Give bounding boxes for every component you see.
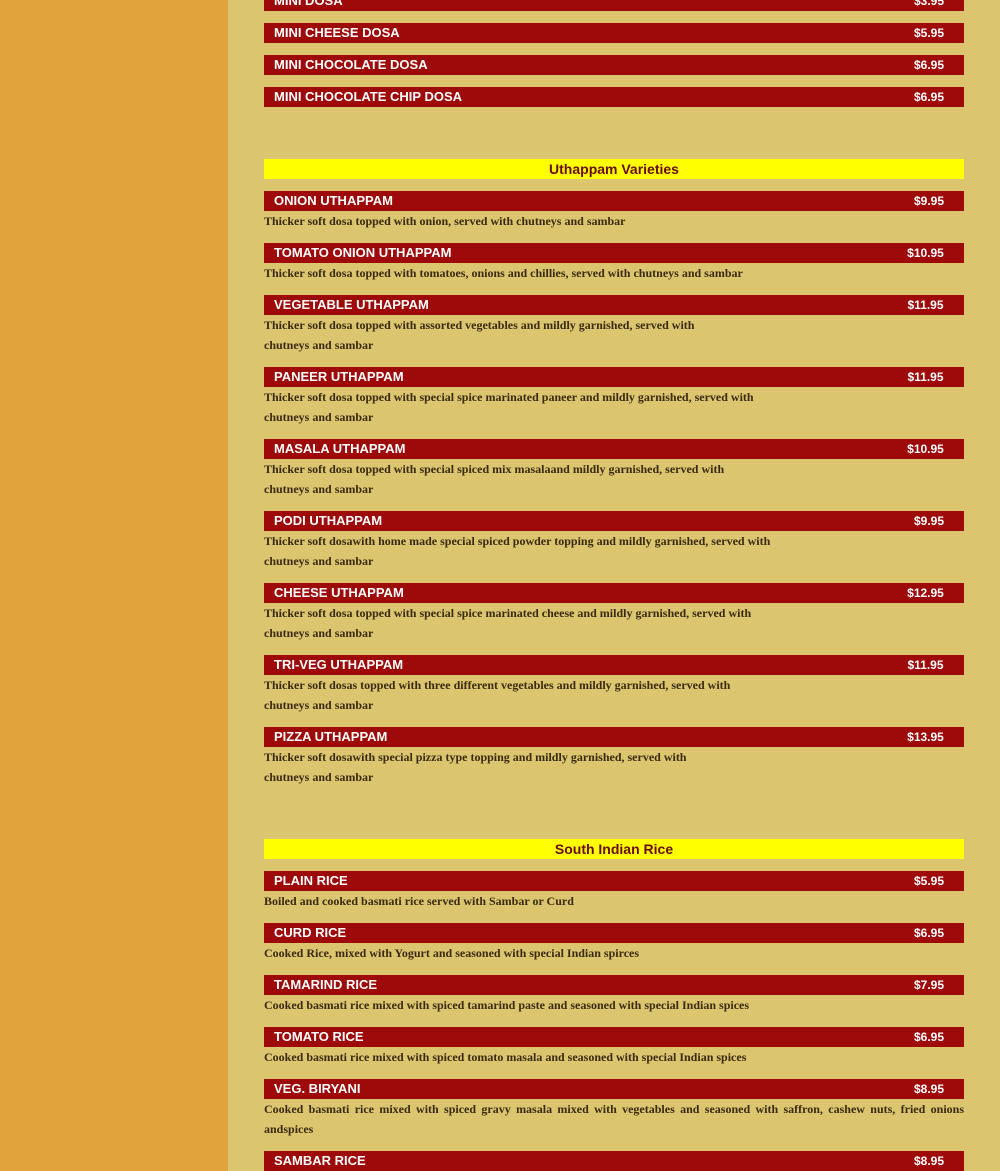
item-price: $13.95 [887, 727, 964, 747]
item-description: chutneys and sambar [264, 698, 374, 712]
item-price: $6.95 [894, 87, 964, 107]
item-price: $5.95 [894, 871, 964, 891]
item-description: Thicker soft dosa topped with special sp… [264, 390, 754, 404]
menu-item: PLAIN RICE $5.95 [264, 871, 964, 891]
item-description: Boiled and cooked basmati rice served wi… [264, 894, 574, 908]
item-name: SAMBAR RICE [264, 1151, 894, 1171]
item-name: PANEER UTHAPPAM [264, 367, 887, 387]
item-name: TRI-VEG UTHAPPAM [264, 655, 887, 675]
menu-item: MINI CHEESE DOSA $5.95 [264, 23, 964, 43]
item-name: MINI CHOCOLATE CHIP DOSA [264, 87, 894, 107]
item-name: MINI CHEESE DOSA [264, 23, 894, 43]
menu-item: MINI CHOCOLATE CHIP DOSA $6.95 [264, 87, 964, 107]
item-name: CURD RICE [264, 923, 894, 943]
item-description: Cooked Rice, mixed with Yogurt and seaso… [264, 946, 640, 960]
menu-content: MINI DOSA $3.95 MINI CHEESE DOSA $5.95 M… [228, 0, 1000, 1171]
item-name: ONION UTHAPPAM [264, 191, 894, 211]
item-price: $11.95 [887, 295, 964, 315]
section-title-uthappam: Uthappam Varieties [264, 159, 964, 179]
menu-item: PANEER UTHAPPAM $11.95 [264, 367, 964, 387]
item-description: chutneys and sambar [264, 482, 374, 496]
menu-item: PODI UTHAPPAM $9.95 [264, 511, 964, 531]
item-price: $8.95 [894, 1151, 964, 1171]
item-description: Thicker soft dosawith special pizza type… [264, 750, 687, 764]
item-description: Cooked basmati rice mixed with spiced gr… [264, 1102, 964, 1136]
item-name: MASALA UTHAPPAM [264, 439, 887, 459]
item-name: CHEESE UTHAPPAM [264, 583, 887, 603]
item-description: chutneys and sambar [264, 410, 374, 424]
menu-item: TOMATO RICE $6.95 [264, 1027, 964, 1047]
menu-item: VEG. BIRYANI $8.95 [264, 1079, 964, 1099]
menu-item: CURD RICE $6.95 [264, 923, 964, 943]
section-title-rice: South Indian Rice [264, 839, 964, 859]
menu-item: CHEESE UTHAPPAM $12.95 [264, 583, 964, 603]
item-price: $5.95 [894, 23, 964, 43]
item-price: $3.95 [894, 0, 964, 11]
item-description: Thicker soft dosa topped with special sp… [264, 606, 752, 620]
menu-item: TRI-VEG UTHAPPAM $11.95 [264, 655, 964, 675]
menu-item: PIZZA UTHAPPAM $13.95 [264, 727, 964, 747]
item-price: $10.95 [887, 243, 964, 263]
menu-item: TOMATO ONION UTHAPPAM $10.95 [264, 243, 964, 263]
menu-item: VEGETABLE UTHAPPAM $11.95 [264, 295, 964, 315]
item-description: Cooked basmati rice mixed with spiced to… [264, 1050, 747, 1064]
item-description: Thicker soft dosas topped with three dif… [264, 678, 731, 692]
item-description: Thicker soft dosawith home made special … [264, 534, 771, 548]
item-price: $12.95 [887, 583, 964, 603]
item-description: Thicker soft dosa topped with tomatoes, … [264, 266, 743, 280]
item-price: $6.95 [894, 55, 964, 75]
item-name: TOMATO ONION UTHAPPAM [264, 243, 887, 263]
item-description: Cooked basmati rice mixed with spiced ta… [264, 998, 750, 1012]
item-description: Thicker soft dosa topped with assorted v… [264, 318, 695, 332]
menu-item: ONION UTHAPPAM $9.95 [264, 191, 964, 211]
menu-item: MINI DOSA $3.95 [264, 0, 964, 11]
menu-item: SAMBAR RICE $8.95 [264, 1151, 964, 1171]
item-name: PODI UTHAPPAM [264, 511, 894, 531]
item-description: Thicker soft dosa topped with special sp… [264, 462, 725, 476]
item-price: $8.95 [894, 1079, 964, 1099]
item-name: VEGETABLE UTHAPPAM [264, 295, 887, 315]
item-name: VEG. BIRYANI [264, 1079, 894, 1099]
item-name: TAMARIND RICE [264, 975, 894, 995]
left-sidebar [0, 0, 228, 1171]
item-description: chutneys and sambar [264, 554, 374, 568]
item-name: MINI CHOCOLATE DOSA [264, 55, 894, 75]
item-name: MINI DOSA [264, 0, 894, 11]
item-description: chutneys and sambar [264, 626, 374, 640]
item-price: $11.95 [887, 367, 964, 387]
item-price: $9.95 [894, 191, 964, 211]
item-price: $10.95 [887, 439, 964, 459]
menu-item: MASALA UTHAPPAM $10.95 [264, 439, 964, 459]
item-name: PLAIN RICE [264, 871, 894, 891]
item-price: $9.95 [894, 511, 964, 531]
menu-item: MINI CHOCOLATE DOSA $6.95 [264, 55, 964, 75]
item-description: Thicker soft dosa topped with onion, ser… [264, 214, 626, 228]
item-price: $6.95 [894, 1027, 964, 1047]
item-price: $6.95 [894, 923, 964, 943]
item-price: $7.95 [894, 975, 964, 995]
item-name: TOMATO RICE [264, 1027, 894, 1047]
item-description: chutneys and sambar [264, 338, 374, 352]
item-name: PIZZA UTHAPPAM [264, 727, 887, 747]
menu-item: TAMARIND RICE $7.95 [264, 975, 964, 995]
item-description: chutneys and sambar [264, 770, 374, 784]
item-price: $11.95 [887, 655, 964, 675]
